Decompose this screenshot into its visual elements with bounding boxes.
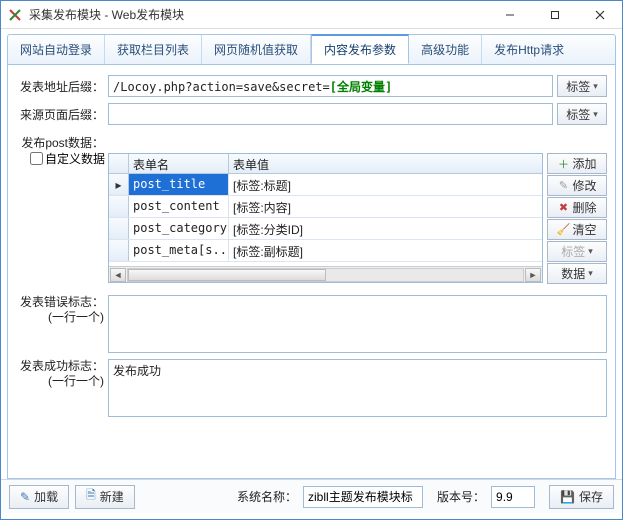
version-label: 版本号： (437, 488, 485, 505)
tab-strip: 网站自动登录获取栏目列表网页随机值获取内容发布参数高级功能发布Http请求 (7, 34, 616, 65)
custom-data-checkbox-label[interactable]: 自定义数据 (26, 149, 105, 168)
error-flag-label: 发表错误标志： (一行一个) (16, 295, 108, 325)
row-indicator: ▸ (109, 174, 129, 195)
grid-header-value[interactable]: 表单值 (229, 154, 542, 173)
close-button[interactable] (577, 1, 622, 28)
file-icon: 🗎 (86, 486, 96, 507)
save-button[interactable]: 💾 保存 (549, 485, 614, 509)
sysname-input[interactable] (303, 486, 423, 508)
edit-button[interactable]: ✎ 修改 (547, 175, 607, 196)
row-field-value[interactable]: [标签:标题] (229, 174, 542, 195)
grid-horizontal-scrollbar[interactable]: ◄ ► (109, 266, 542, 282)
success-flag-textarea[interactable] (108, 359, 607, 417)
referer-suffix-label: 来源页面后缀： (16, 103, 108, 123)
post-data-label: 发布post数据： (16, 131, 108, 151)
edit-icon: ✎ (20, 490, 30, 504)
floppy-icon: 💾 (560, 490, 575, 504)
data-side-button[interactable]: 数据 ▾ (547, 263, 607, 284)
referer-suffix-input[interactable] (108, 103, 553, 125)
delete-button[interactable]: ✖ 删除 (547, 197, 607, 218)
grid-side-buttons: ＋ 添加 ✎ 修改 ✖ 删除 🧹 清空 (547, 153, 607, 285)
post-fields-area: 表单名 表单值 ▸post_title[标签:标题]post_content[标… (108, 153, 607, 285)
pencil-icon: ✎ (557, 179, 569, 192)
error-flag-textarea[interactable] (108, 295, 607, 353)
version-input[interactable] (491, 486, 535, 508)
tab-3[interactable]: 内容发布参数 (311, 34, 409, 64)
minimize-button[interactable] (487, 1, 532, 28)
load-button[interactable]: ✎ 加载 (9, 485, 69, 509)
scroll-track[interactable] (127, 268, 524, 282)
table-row[interactable]: post_meta[s...[标签:副标题] (109, 240, 542, 262)
chevron-down-icon: ▾ (588, 268, 593, 279)
publish-url-suffix-label: 发表地址后缀： (16, 75, 108, 95)
row-error-flag: 发表错误标志： (一行一个) (16, 295, 607, 353)
publish-url-suffix-value-tag: [全局变量] (330, 80, 392, 94)
table-row[interactable]: post_content[标签:内容] (109, 196, 542, 218)
chevron-down-icon: ▾ (593, 81, 598, 92)
scroll-right-icon[interactable]: ► (525, 268, 541, 282)
new-button[interactable]: 🗎 新建 (75, 485, 135, 509)
row-field-name[interactable]: post_category (129, 218, 229, 239)
row-indicator (109, 218, 129, 239)
grid-body: ▸post_title[标签:标题]post_content[标签:内容]pos… (109, 174, 542, 266)
app-icon (7, 7, 23, 23)
publish-url-suffix-value-pre: /Locoy.php?action=save&secret= (113, 80, 330, 94)
grid-header-selector[interactable] (109, 154, 129, 173)
custom-data-checkbox[interactable] (30, 152, 43, 165)
window-title: 采集发布模块 - Web发布模块 (29, 6, 487, 23)
row-postdata-label: 发布post数据： (16, 131, 607, 151)
grid-header-name[interactable]: 表单名 (129, 154, 229, 173)
row-field-name[interactable]: post_meta[s... (129, 240, 229, 261)
scroll-thumb[interactable] (128, 269, 326, 281)
row-field-value[interactable]: [标签:内容] (229, 196, 542, 217)
row-field-name[interactable]: post_title (129, 174, 229, 195)
x-icon: ✖ (557, 201, 569, 214)
tags-dropdown-2[interactable]: 标签▾ (557, 103, 607, 125)
chevron-down-icon: ▾ (588, 246, 593, 257)
tabs-container: 网站自动登录获取栏目列表网页随机值获取内容发布参数高级功能发布Http请求 发表… (1, 29, 622, 479)
table-row[interactable]: post_category[标签:分类ID] (109, 218, 542, 240)
scroll-left-icon[interactable]: ◄ (110, 268, 126, 282)
row-publish-url-suffix: 发表地址后缀： /Locoy.php?action=save&secret=[全… (16, 75, 607, 97)
clear-button[interactable]: 🧹 清空 (547, 219, 607, 240)
chevron-down-icon: ▾ (593, 109, 598, 120)
titlebar: 采集发布模块 - Web发布模块 (1, 1, 622, 29)
tab-0[interactable]: 网站自动登录 (8, 35, 105, 64)
row-indicator (109, 240, 129, 261)
success-flag-label: 发表成功标志： (一行一个) (16, 359, 108, 389)
row-field-name[interactable]: post_content (129, 196, 229, 217)
tab-5[interactable]: 发布Http请求 (482, 35, 576, 64)
row-success-flag: 发表成功标志： (一行一个) (16, 359, 607, 417)
bottom-bar: ✎ 加载 🗎 新建 系统名称： 版本号： 💾 保存 (1, 479, 622, 513)
row-indicator (109, 196, 129, 217)
row-referer-suffix: 来源页面后缀： 标签▾ (16, 103, 607, 125)
add-button[interactable]: ＋ 添加 (547, 153, 607, 174)
publish-url-suffix-input[interactable]: /Locoy.php?action=save&secret=[全局变量] (108, 75, 553, 97)
maximize-button[interactable] (532, 1, 577, 28)
plus-icon: ＋ (557, 156, 569, 172)
table-row[interactable]: ▸post_title[标签:标题] (109, 174, 542, 196)
row-custom-data: 自定义数据 (16, 149, 108, 168)
tags-side-button[interactable]: 标签 ▾ (547, 241, 607, 262)
tab-4[interactable]: 高级功能 (409, 35, 482, 64)
row-field-value[interactable]: [标签:副标题] (229, 240, 542, 261)
sysname-label: 系统名称： (237, 488, 297, 505)
tab-1[interactable]: 获取栏目列表 (105, 35, 202, 64)
tags-dropdown-1[interactable]: 标签▾ (557, 75, 607, 97)
app-window: 采集发布模块 - Web发布模块 网站自动登录获取栏目列表网页随机值获取内容发布… (0, 0, 623, 520)
window-buttons (487, 1, 622, 28)
tab-content-publish-params: 发表地址后缀： /Locoy.php?action=save&secret=[全… (7, 65, 616, 479)
grid-header: 表单名 表单值 (109, 154, 542, 174)
broom-icon: 🧹 (557, 223, 569, 236)
post-fields-grid: 表单名 表单值 ▸post_title[标签:标题]post_content[标… (108, 153, 543, 283)
tab-2[interactable]: 网页随机值获取 (202, 35, 311, 64)
row-field-value[interactable]: [标签:分类ID] (229, 218, 542, 239)
